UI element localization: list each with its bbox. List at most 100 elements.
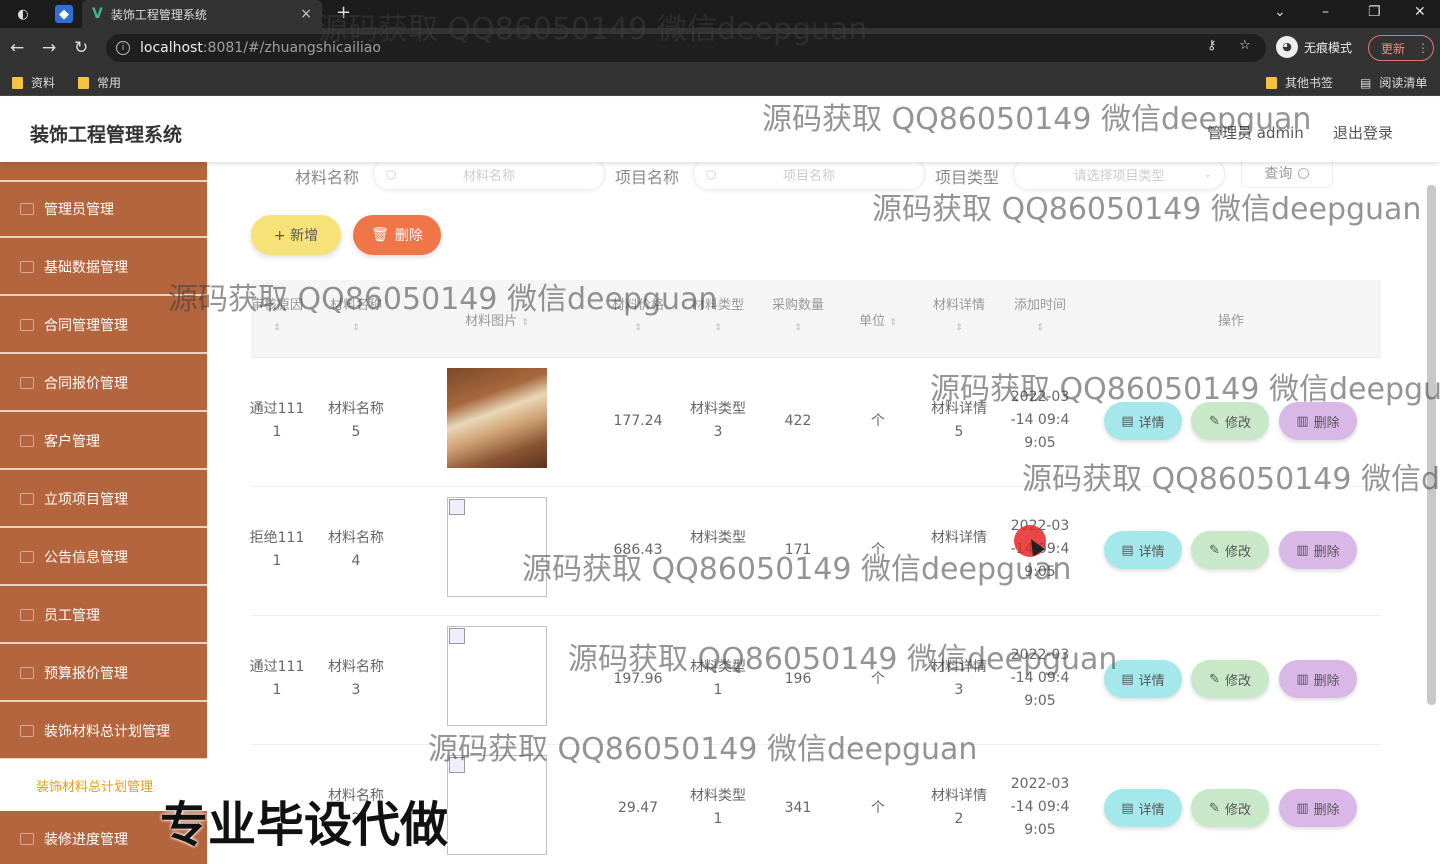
sidebar-item-label: 合同管理管理 <box>44 318 128 334</box>
col-label: 材料详情 <box>932 298 985 313</box>
sidebar-item-label: 装饰材料总计划管理 <box>44 724 170 740</box>
pencil-icon: ✎ <box>1209 542 1220 558</box>
sidebar-item-staff[interactable]: 员工管理 <box>0 588 207 644</box>
col-label: 采购数量 <box>771 298 824 313</box>
delete-label: 删除 <box>1313 415 1340 431</box>
edit-button[interactable]: ✎ 修改 <box>1191 789 1269 827</box>
cell-reason: 通过111 1 <box>249 401 305 440</box>
sort-icon[interactable]: ⇕ <box>924 323 994 333</box>
bookmark-label: 其他书签 <box>1285 76 1334 90</box>
detail-button[interactable]: ▤ 详情 <box>1104 531 1182 569</box>
placeholder: 项目名称 <box>782 168 835 184</box>
cell-reason: 拒绝111 1 <box>249 530 305 569</box>
reading-list[interactable]: ▤ 阅读清单 <box>1360 74 1427 91</box>
edit-button[interactable]: ✎ 修改 <box>1191 531 1269 569</box>
document-icon: ▤ <box>1121 542 1134 558</box>
sort-icon[interactable]: ⇕ <box>603 323 673 333</box>
forward-icon[interactable]: → <box>42 38 56 58</box>
tab-close-icon[interactable]: × <box>300 6 312 22</box>
bookmark-folder[interactable]: 资料 <box>12 74 55 91</box>
sidebar-item-material-plan[interactable]: 装饰材料总计划管理 <box>0 704 207 760</box>
col-qty[interactable]: 采购数量 ⇕ <box>763 294 833 333</box>
sidebar-item-admin[interactable]: 管理员管理 <box>0 182 207 238</box>
sidebar-item-project[interactable]: 立项项目管理 <box>0 472 207 528</box>
query-label: 查询 <box>1264 166 1293 182</box>
minimize-icon[interactable]: – <box>1322 4 1329 20</box>
sidebar-item-budget[interactable]: 预算报价管理 <box>0 646 207 702</box>
close-window-icon[interactable]: ✕ <box>1414 4 1426 20</box>
tab-search-icon[interactable]: ⌄ <box>1274 4 1286 20</box>
back-icon[interactable]: ← <box>10 38 24 58</box>
delete-label: 删除 <box>1313 673 1340 689</box>
detail-button[interactable]: ▤ 详情 <box>1104 789 1182 827</box>
restore-icon[interactable]: ❐ <box>1368 4 1381 20</box>
site-info-icon[interactable]: i <box>116 41 130 55</box>
sort-icon[interactable]: ⇕ <box>683 323 753 333</box>
other-bookmarks[interactable]: 其他书签 <box>1266 74 1333 91</box>
document-icon <box>20 319 34 331</box>
extension-icon[interactable]: ◆ <box>55 5 73 23</box>
incognito-icon: ◕ <box>1276 36 1298 58</box>
add-button[interactable]: + 新增 <box>251 215 341 255</box>
sidebar-item-label: 客户管理 <box>44 434 100 450</box>
col-detail[interactable]: 材料详情 ⇕ <box>924 294 994 333</box>
star-icon[interactable]: ☆ <box>1239 38 1251 53</box>
cell-type: 材料类型 3 <box>690 401 746 440</box>
edit-button[interactable]: ✎ 修改 <box>1191 660 1269 698</box>
sort-icon[interactable]: ⇕ <box>889 318 897 328</box>
bookmark-label: 常用 <box>97 76 122 90</box>
bookmark-label: 资料 <box>31 76 56 90</box>
delete-button[interactable]: ▥ 删除 <box>1279 789 1357 827</box>
col-label: 单位 <box>859 314 886 329</box>
edit-label: 修改 <box>1224 673 1251 689</box>
tab-active[interactable]: V 装饰工程管理系统 × <box>82 0 322 28</box>
delete-button[interactable]: ▥ 删除 <box>1279 531 1357 569</box>
sort-icon[interactable]: ⇕ <box>1005 323 1075 333</box>
material-name-input[interactable]: ○ 材料名称 <box>373 162 605 190</box>
trash-icon: ▥ <box>1296 542 1309 558</box>
pencil-icon: ✎ <box>1209 800 1220 816</box>
cell-time: 2022-03-14 09:49:05 <box>1010 776 1070 838</box>
col-unit[interactable]: 单位 ⇕ <box>843 310 913 329</box>
promo-stamp: 专业毕设代做 <box>160 797 449 853</box>
sidebar-item-label: 员工管理 <box>44 608 100 624</box>
sidebar-item-label: 装修进度管理 <box>44 832 128 848</box>
watermark: 源码获取 QQ86050149 微信deepguan <box>318 12 868 47</box>
app-title: 装饰工程管理系统 <box>30 124 183 146</box>
browser-menu-icon[interactable]: ◐ <box>14 5 32 23</box>
sort-icon[interactable]: ⇕ <box>323 323 389 333</box>
trash-icon: ▥ <box>1296 413 1309 429</box>
col-time[interactable]: 添加时间 ⇕ <box>1005 294 1075 333</box>
detail-label: 详情 <box>1138 802 1165 818</box>
sort-icon[interactable]: ⇕ <box>521 318 529 328</box>
sidebar-item-contract-quote[interactable]: 合同报价管理 <box>0 356 207 412</box>
sidebar-item-label: 公告信息管理 <box>44 550 128 566</box>
col-actions: 操作 <box>1217 314 1244 329</box>
sidebar-item-label: 立项项目管理 <box>44 492 128 508</box>
sidebar-item-notice[interactable]: 公告信息管理 <box>0 530 207 586</box>
reading-list-icon: ▤ <box>1360 75 1372 90</box>
detail-label: 详情 <box>1138 673 1165 689</box>
sort-icon[interactable]: ⇕ <box>251 323 303 333</box>
key-icon[interactable]: ⚷ <box>1207 38 1217 53</box>
sidebar-subitem-label: 装饰材料总计划管理 <box>36 779 154 795</box>
search-label-material: 材料名称 <box>295 168 360 187</box>
detail-label: 详情 <box>1138 415 1165 431</box>
sort-icon[interactable]: ⇕ <box>763 323 833 333</box>
folder-icon <box>1266 76 1277 89</box>
update-button[interactable]: 更新 ⋮ <box>1368 35 1434 61</box>
document-icon <box>20 667 34 679</box>
watermark: 源码获取 QQ86050149 微信deepguan <box>522 552 1072 587</box>
bookmark-folder[interactable]: 常用 <box>78 74 121 91</box>
reload-icon[interactable]: ↻ <box>74 38 88 58</box>
delete-button[interactable]: ▥ 删除 <box>1279 660 1357 698</box>
sidebar-item-customer[interactable]: 客户管理 <box>0 414 207 470</box>
incognito-indicator[interactable]: ◕ 无痕模式 <box>1276 36 1352 58</box>
logout-link[interactable]: 退出登录 <box>1333 122 1393 143</box>
url-host: localhost <box>140 40 203 56</box>
cell-name: 材料名称 4 <box>328 530 384 569</box>
batch-delete-button[interactable]: 🗑 删除 <box>353 215 441 255</box>
more-icon[interactable]: ⋮ <box>1417 41 1429 55</box>
edit-label: 修改 <box>1224 415 1251 431</box>
vertical-scrollbar[interactable] <box>1427 185 1436 705</box>
